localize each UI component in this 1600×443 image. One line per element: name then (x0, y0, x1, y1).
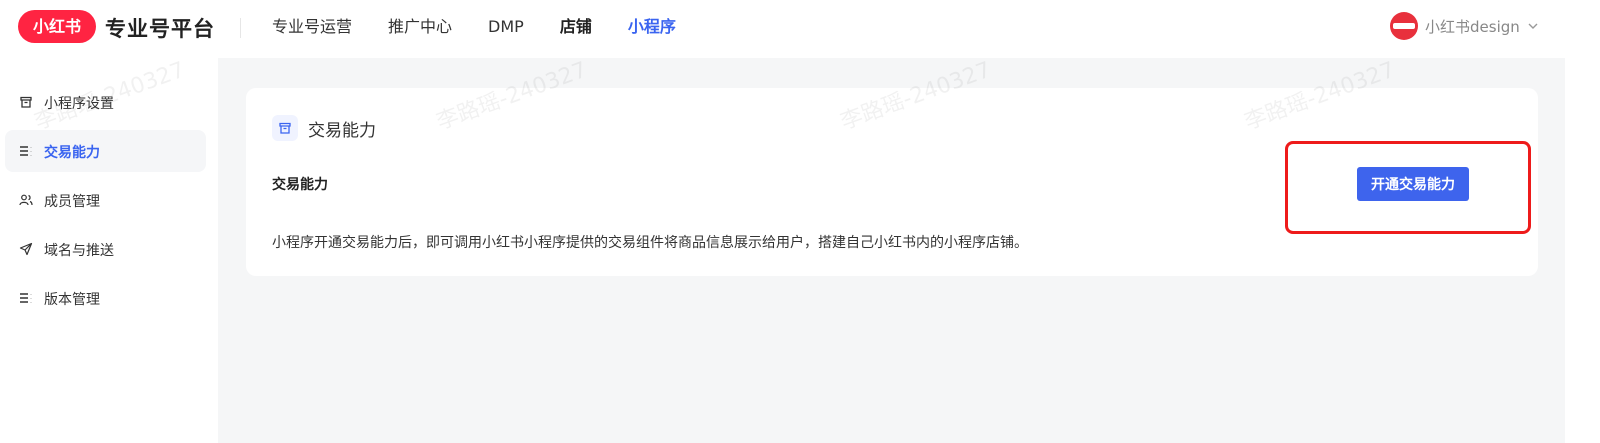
section-description: 小程序开通交易能力后，即可调用小红书小程序提供的交易组件将商品信息展示给用户，搭… (272, 235, 1028, 251)
nav-item-store[interactable]: 店铺 (560, 16, 592, 38)
user-menu[interactable]: 小红书design (1390, 12, 1540, 40)
app-title: 专业号平台 (105, 17, 215, 41)
sidebar-item-label: 成员管理 (44, 194, 100, 210)
sidebar-item-domain-push[interactable]: 域名与推送 (5, 228, 206, 270)
send-icon (19, 242, 33, 256)
user-name: 小红书design (1425, 17, 1520, 36)
header-divider (240, 18, 241, 38)
brand-logo[interactable]: 小红书 (18, 10, 96, 43)
chevron-down-icon (1528, 23, 1538, 29)
top-header: 小红书 专业号平台 专业号运营 推广中心 DMP 店铺 小程序 小红书desig… (0, 0, 1565, 58)
nav-item-dmp[interactable]: DMP (488, 16, 524, 38)
sidebar-item-label: 域名与推送 (44, 243, 114, 259)
nav-item-promotion[interactable]: 推广中心 (388, 16, 452, 38)
users-icon (19, 194, 33, 206)
sidebar-item-label: 版本管理 (44, 292, 100, 308)
sidebar-item-versions[interactable]: 版本管理 (5, 277, 206, 319)
card-header-icon (272, 115, 298, 141)
list-icon (20, 146, 32, 156)
sidebar-item-trade[interactable]: 交易能力 (5, 130, 206, 172)
card-title: 交易能力 (308, 121, 376, 141)
highlight-annotation (1285, 141, 1531, 234)
right-gutter (1565, 0, 1600, 443)
avatar (1390, 12, 1418, 40)
sidebar-item-label: 交易能力 (44, 145, 100, 161)
top-nav: 专业号运营 推广中心 DMP 店铺 小程序 (272, 16, 712, 38)
nav-item-miniprogram[interactable]: 小程序 (628, 16, 676, 38)
list-icon (20, 293, 32, 303)
sidebar-item-members[interactable]: 成员管理 (5, 179, 206, 221)
nav-item-operation[interactable]: 专业号运营 (272, 16, 352, 38)
section-title: 交易能力 (272, 177, 328, 193)
store-icon (279, 122, 291, 134)
